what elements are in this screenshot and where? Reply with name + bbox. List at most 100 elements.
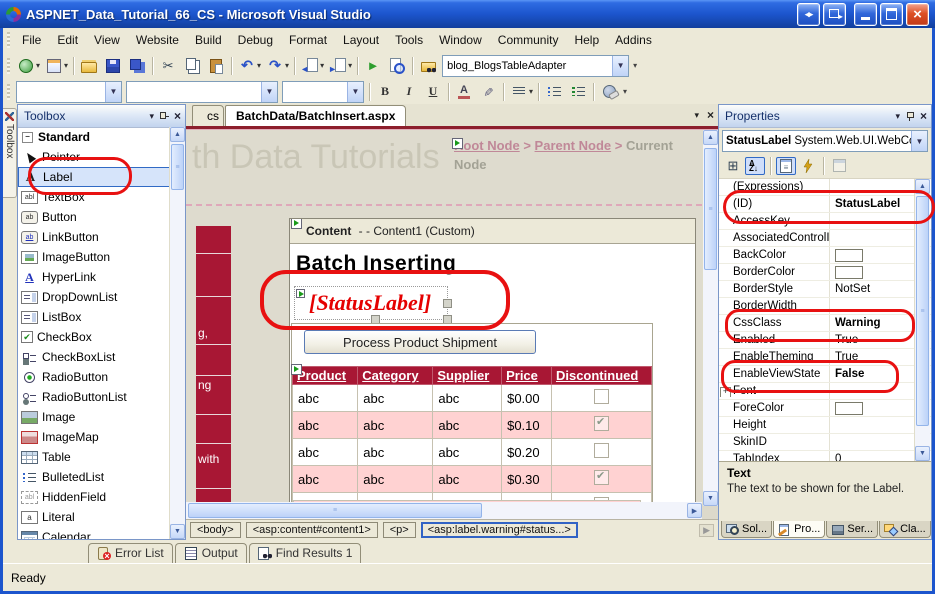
dropdown-caret-icon[interactable]: ▾ [348, 61, 352, 70]
toolbox-item-label[interactable]: Label [18, 167, 170, 187]
menu-format[interactable]: Format [281, 29, 335, 51]
navigate-back-button[interactable] [298, 55, 322, 76]
scroll-up-icon[interactable]: ▲ [703, 130, 718, 145]
discontinued-checkbox[interactable] [593, 415, 609, 431]
toolbar-overflow-icon[interactable]: ▾ [633, 61, 637, 70]
property-row-id[interactable]: (ID) StatusLabel [719, 196, 931, 213]
expand-icon[interactable]: + [720, 387, 731, 397]
toolbox-item-pointer[interactable]: Pointer [18, 147, 170, 167]
toolbox-item-bulletedlist[interactable]: BulletedList [18, 467, 170, 487]
toolbox-side-tab[interactable]: Toolbox [3, 108, 17, 198]
tool-tab-ser[interactable]: Ser... [826, 521, 879, 538]
toolbox-item-imagebutton[interactable]: ImageButton [18, 247, 170, 267]
view-in-browser-button[interactable] [385, 55, 409, 76]
menu-view[interactable]: View [86, 29, 128, 51]
property-row-bordercolor[interactable]: BorderColor [719, 264, 931, 281]
scroll-up-icon[interactable]: ▲ [170, 127, 185, 142]
panel-tab-output[interactable]: Output [174, 543, 247, 563]
highlight-button[interactable] [476, 81, 500, 102]
style-combo-1[interactable]: ▼ [16, 80, 122, 103]
italic-button[interactable] [397, 81, 421, 102]
toolbox-scrollbar[interactable]: ▲ ≡ ▼ [169, 127, 185, 539]
property-pages-icon[interactable] [829, 157, 849, 175]
alphabetical-sort-icon[interactable] [745, 156, 765, 175]
process-product-shipment-button[interactable]: Process Product Shipment [304, 330, 536, 354]
maximize-button[interactable] [880, 2, 903, 26]
toolbox-item-radiobutton[interactable]: RadioButton [18, 367, 170, 387]
property-row-backcolor[interactable]: BackColor [719, 247, 931, 264]
minimize-button[interactable] [854, 2, 877, 26]
menu-build[interactable]: Build [187, 29, 230, 51]
document-list-icon[interactable]: ▾ [694, 110, 699, 120]
toolbox-item-checkboxlist[interactable]: CheckBoxList [18, 347, 170, 367]
table-adapter-combobox[interactable]: blog_BlogsTableAdapter ▼ [442, 54, 630, 77]
tag-p[interactable]: <p> [382, 522, 416, 538]
scroll-down-icon[interactable]: ▼ [170, 524, 185, 539]
chevron-down-icon[interactable]: ▼ [347, 81, 363, 102]
collapse-icon[interactable]: − [22, 131, 33, 143]
document-tab-cs[interactable]: cs [192, 105, 224, 126]
property-row-font[interactable]: Font + [719, 383, 931, 400]
save-all-button[interactable] [125, 55, 149, 76]
menu-edit[interactable]: Edit [49, 29, 86, 51]
menu-file[interactable]: File [14, 29, 49, 51]
auto-hide-pin-icon[interactable] [159, 111, 169, 121]
align-left-button[interactable] [507, 81, 531, 102]
properties-view-icon[interactable] [776, 156, 796, 175]
property-row-associatedcontrolid[interactable]: AssociatedControlID [719, 230, 931, 247]
toolbox-item-hyperlink[interactable]: HyperLink [18, 267, 170, 287]
object-selector[interactable]: StatusLabel System.Web.UI.WebControls.La… [722, 130, 928, 152]
tool-tab-cla[interactable]: Cla... [879, 521, 931, 538]
property-row-borderstyle[interactable]: BorderStyle NotSet [719, 281, 931, 298]
property-row-accesskey[interactable]: AccessKey [719, 213, 931, 230]
breadcrumb-link-parent-node[interactable]: Parent Node [535, 138, 612, 153]
statuslabel-selection[interactable]: [StatusLabel] [294, 286, 453, 324]
open-file-button[interactable] [77, 55, 101, 76]
window-position-icon[interactable]: ▾ [149, 111, 154, 121]
toolbox-item-checkbox[interactable]: CheckBox [18, 327, 170, 347]
menu-help[interactable]: Help [566, 29, 607, 51]
property-row-forecolor[interactable]: ForeColor [719, 400, 931, 417]
menu-debug[interactable]: Debug [230, 29, 281, 51]
smart-tag-icon[interactable] [296, 289, 305, 298]
scroll-down-icon[interactable]: ▼ [703, 491, 718, 506]
discontinued-checkbox[interactable] [593, 389, 609, 404]
close-document-icon[interactable]: × [707, 108, 714, 122]
discontinued-checkbox[interactable] [593, 469, 609, 485]
menu-window[interactable]: Window [431, 29, 490, 51]
toolbox-item-button[interactable]: Button [18, 207, 170, 227]
properties-header[interactable]: Properties ▾ × [719, 105, 931, 128]
scroll-right-icon[interactable]: ▶ [687, 503, 702, 518]
chevron-down-icon[interactable]: ▼ [612, 55, 629, 76]
property-row-tabindex[interactable]: TabIndex 0 [719, 451, 931, 461]
scrollbar-thumb[interactable]: ≡ [171, 144, 184, 190]
new-website-button[interactable] [14, 55, 38, 76]
property-row-enableviewstate[interactable]: EnableViewState False [719, 366, 931, 383]
toolbox-group-standard[interactable]: − Standard [18, 127, 170, 147]
smart-tag-icon[interactable] [291, 219, 302, 229]
property-row-skinid[interactable]: SkinID [719, 434, 931, 451]
resize-handle[interactable] [443, 299, 453, 308]
save-button[interactable] [101, 55, 125, 76]
smart-tag-icon[interactable] [452, 138, 463, 149]
events-icon[interactable] [798, 157, 818, 175]
property-row-enabled[interactable]: Enabled True [719, 332, 931, 349]
property-row-borderwidth[interactable]: BorderWidth [719, 298, 931, 315]
style-combo-2[interactable]: ▼ [126, 80, 278, 103]
underline-button[interactable] [421, 81, 445, 102]
column-header-discontinued[interactable]: Discontinued [550, 366, 653, 385]
menu-website[interactable]: Website [128, 29, 187, 51]
close-button[interactable] [906, 2, 929, 26]
add-item-button[interactable] [42, 55, 66, 76]
menu-layout[interactable]: Layout [335, 29, 387, 51]
scrollbar-thumb[interactable]: ≡ [916, 196, 929, 426]
toolbox-header[interactable]: Toolbox ▾ × [18, 105, 185, 128]
font-color-button[interactable] [452, 81, 476, 102]
cut-button[interactable] [156, 55, 180, 76]
start-debug-button[interactable] [361, 55, 385, 76]
categorized-icon[interactable] [723, 157, 743, 175]
property-row-enabletheming[interactable]: EnableTheming True [719, 349, 931, 366]
toolbox-item-textbox[interactable]: TextBox [18, 187, 170, 207]
switch-windows-button[interactable] [797, 2, 820, 26]
menu-tools[interactable]: Tools [387, 29, 431, 51]
